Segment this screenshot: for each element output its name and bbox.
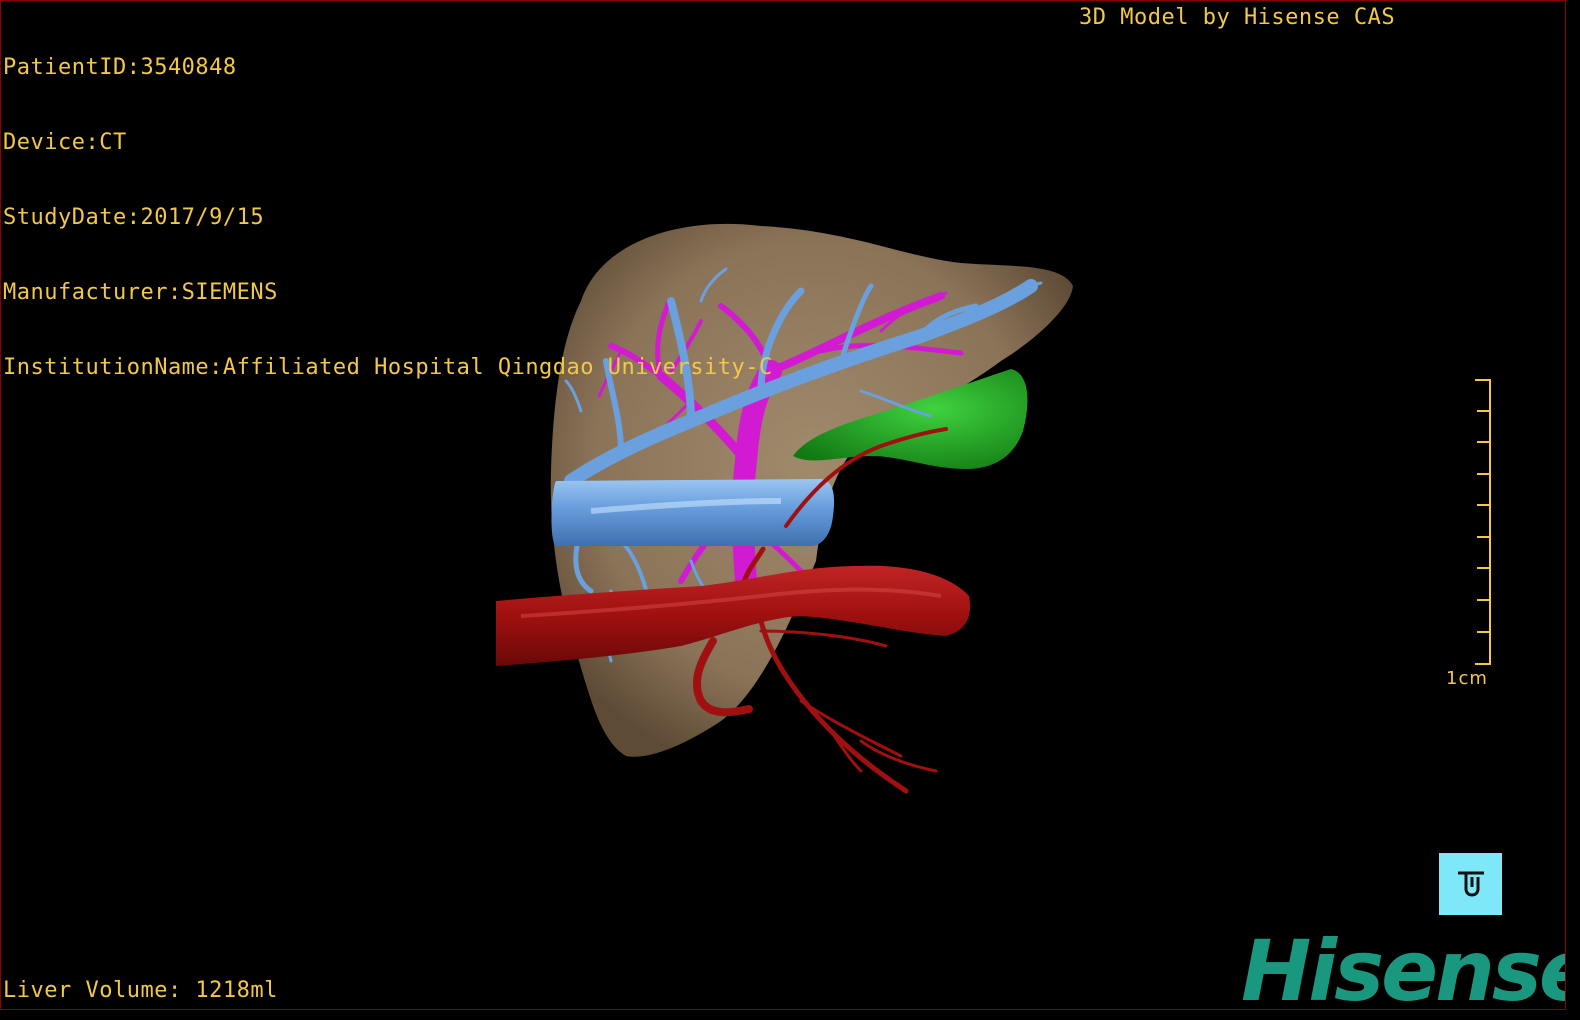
model-credit: 3D Model by Hisense CAS — [1079, 5, 1396, 30]
institution-name: InstitutionName:Affiliated Hospital Qing… — [3, 355, 773, 380]
orientation-cube-icon — [1457, 871, 1484, 897]
scale-bar — [1475, 379, 1491, 665]
patient-id: PatientID:3540848 — [3, 55, 237, 80]
manufacturer: Manufacturer:SIEMENS — [3, 280, 278, 305]
hisense-logo: Hisense — [1241, 922, 1566, 1010]
scale-label: 1cm — [1446, 668, 1488, 689]
patient-info-panel: PatientID:3540848 Device:CT StudyDate:20… — [3, 5, 773, 430]
orientation-button[interactable] — [1439, 853, 1502, 915]
3d-viewport[interactable]: PatientID:3540848 Device:CT StudyDate:20… — [0, 0, 1566, 1010]
study-date: StudyDate:2017/9/15 — [3, 205, 265, 230]
device: Device:CT — [3, 130, 127, 155]
liver-volume: Liver Volume: 1218ml — [3, 978, 278, 1003]
